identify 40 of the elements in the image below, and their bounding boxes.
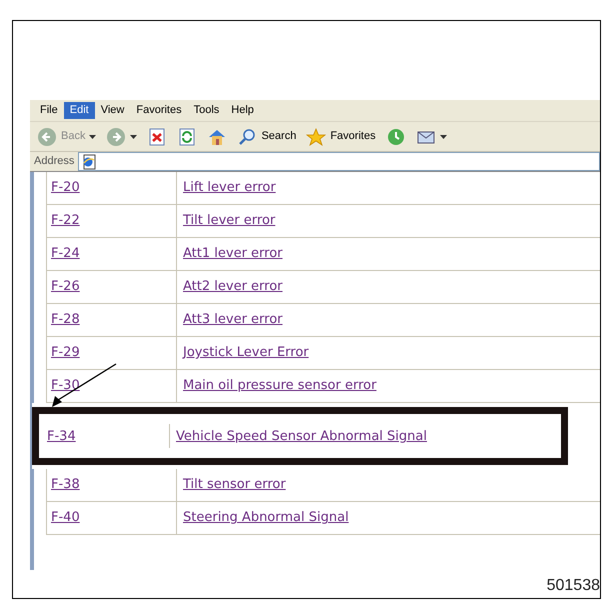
code-link[interactable]: F-24 [51,244,80,264]
refresh-icon [177,126,198,146]
description-link[interactable]: Joystick Lever Error [183,343,309,363]
address-label: Address [34,154,74,170]
description-link[interactable]: Vehicle Speed Sensor Abnormal Signal [176,429,427,444]
description-link[interactable]: Tilt sensor error [183,475,286,495]
menu-item[interactable]: Edit [64,102,95,119]
star-icon [306,126,326,146]
caret-icon [130,134,138,138]
code-link[interactable]: F-40 [51,508,80,528]
description-link[interactable]: Att1 lever error [183,244,283,264]
code-link[interactable]: F-28 [51,310,80,330]
stop-icon [147,126,168,146]
menu-item[interactable]: Help [225,102,260,119]
menu-item[interactable]: File [34,102,64,119]
menu-item[interactable]: Favorites [130,102,188,119]
code-link[interactable]: F-20 [51,178,80,198]
search-button[interactable]: Search [234,124,300,148]
page-icon [81,154,98,170]
description-link[interactable]: Att3 lever error [183,310,283,330]
clock-icon [386,126,406,146]
caret-icon [89,134,96,138]
code-link[interactable]: F-26 [51,277,80,297]
menu-item[interactable]: View [94,102,130,119]
description-link[interactable]: Main oil pressure sensor error [183,376,376,396]
code-link[interactable]: F-29 [51,343,80,363]
description-link[interactable]: Att2 lever error [183,277,283,297]
menu-item[interactable]: Tools [188,102,226,119]
code-link[interactable]: F-30 [51,376,80,396]
description-link[interactable]: Steering Abnormal Signal [183,508,349,528]
caret-icon [440,134,447,138]
search-icon [237,126,258,146]
code-link[interactable]: F-22 [51,211,80,231]
favorites-button[interactable]: Favorites [303,124,379,148]
description-link[interactable]: Lift lever error [183,178,276,198]
figure-number: 501538 [546,576,600,596]
description-link[interactable]: Tilt lever error [183,211,276,231]
code-link[interactable]: F-34 [47,429,76,444]
code-link[interactable]: F-38 [51,475,80,495]
address-field[interactable] [78,152,600,171]
